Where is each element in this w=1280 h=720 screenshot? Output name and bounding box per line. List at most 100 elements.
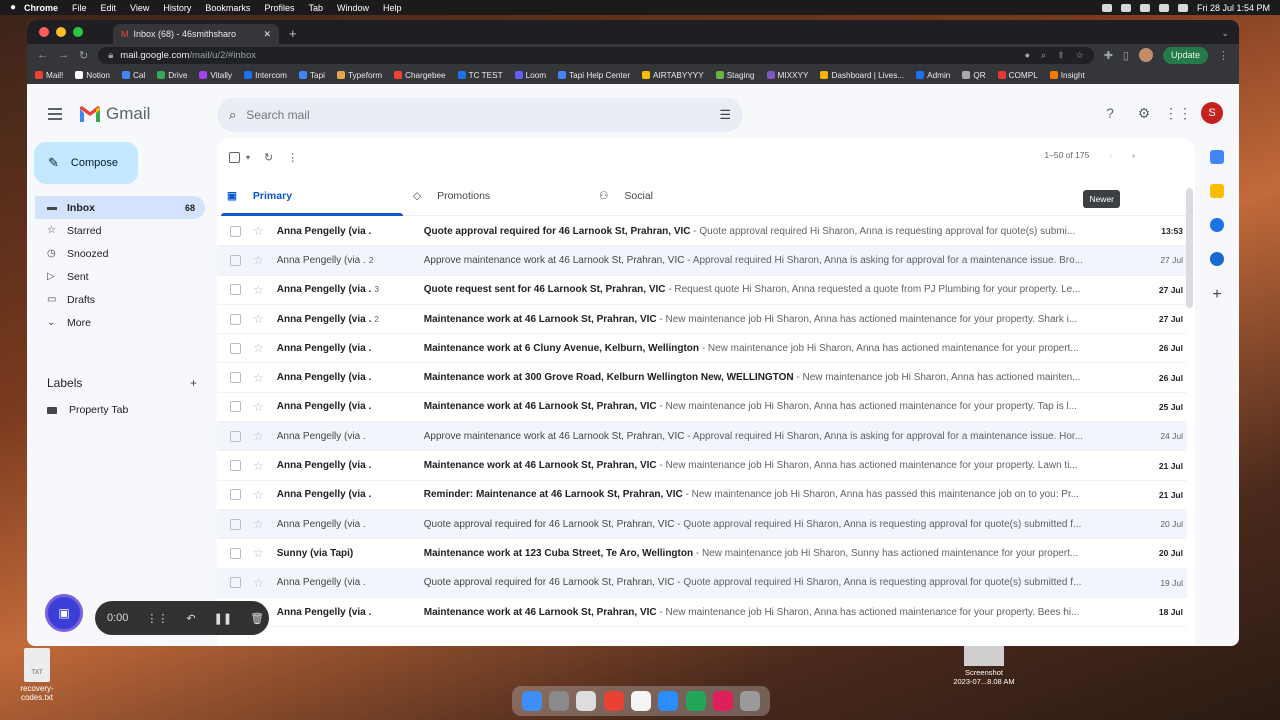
close-window-icon[interactable] bbox=[39, 27, 49, 37]
apple-icon[interactable]: ● bbox=[10, 2, 24, 13]
grid-icon[interactable]: ⋮⋮ bbox=[146, 612, 168, 625]
sidepanel-icon[interactable]: ▯ bbox=[1123, 49, 1129, 62]
bookmark-item[interactable]: QR bbox=[962, 71, 986, 80]
system-settings-icon[interactable] bbox=[576, 691, 597, 711]
email-row[interactable]: ☆ Sunny (via Tapi) Maintenance work at 1… bbox=[217, 539, 1187, 569]
tab-social[interactable]: ⚇ Social bbox=[589, 176, 775, 215]
email-row[interactable]: ☆ Anna Pengelly (via . Approve maintenan… bbox=[217, 422, 1187, 452]
row-checkbox[interactable] bbox=[230, 489, 241, 501]
star-icon[interactable]: ☆ bbox=[253, 400, 264, 414]
row-checkbox[interactable] bbox=[230, 225, 241, 237]
search-input[interactable] bbox=[246, 108, 720, 122]
nav-inbox[interactable]: ▬ Inbox 68 bbox=[35, 196, 205, 219]
email-row[interactable]: ☆ Anna Pengelly (via .2 Maintenance work… bbox=[217, 304, 1187, 335]
refresh-icon[interactable]: ↻ bbox=[264, 151, 273, 164]
row-checkbox[interactable] bbox=[230, 460, 241, 472]
back-icon[interactable]: ← bbox=[37, 49, 48, 61]
nav-snoozed[interactable]: ◷ Snoozed bbox=[35, 242, 205, 265]
maximize-window-icon[interactable] bbox=[73, 27, 83, 37]
nav-more[interactable]: ⌄ More bbox=[35, 311, 205, 334]
bookmark-item[interactable]: Loom bbox=[514, 71, 546, 80]
bookmark-item[interactable]: Tapi bbox=[298, 71, 325, 80]
menu-edit[interactable]: Edit bbox=[101, 3, 117, 13]
bookmark-item[interactable]: Chargebee bbox=[394, 71, 446, 80]
menu-help[interactable]: Help bbox=[383, 3, 402, 13]
trash-dock-icon[interactable] bbox=[740, 691, 761, 711]
wifi-icon[interactable] bbox=[1177, 3, 1188, 12]
row-checkbox[interactable] bbox=[230, 577, 241, 589]
tab-promotions[interactable]: ◇ Promotions bbox=[403, 176, 589, 215]
keep-icon[interactable] bbox=[1210, 184, 1224, 198]
compose-button[interactable]: ✎ Compose bbox=[34, 142, 138, 184]
email-row[interactable]: ☆ Anna Pengelly (via .2 Approve maintena… bbox=[217, 246, 1187, 276]
bookmark-item[interactable]: Cal bbox=[121, 71, 145, 80]
search-icon[interactable]: ⌕ bbox=[229, 107, 236, 123]
nav-starred[interactable]: ☆ Starred bbox=[35, 219, 205, 242]
star-icon[interactable]: ☆ bbox=[253, 459, 264, 473]
launchpad-icon[interactable] bbox=[548, 691, 569, 711]
calendar-icon[interactable] bbox=[1210, 150, 1224, 164]
menu-tab[interactable]: Tab bbox=[308, 3, 323, 13]
bookmark-item[interactable]: TC TEST bbox=[457, 71, 503, 80]
bookmark-item[interactable]: Insight bbox=[1049, 71, 1085, 80]
menu-bookmarks[interactable]: Bookmarks bbox=[205, 3, 250, 13]
contacts-icon[interactable] bbox=[1210, 252, 1224, 266]
menu-app-name[interactable]: Chrome bbox=[24, 3, 58, 13]
star-icon[interactable]: ☆ bbox=[253, 253, 264, 267]
menubar-clock[interactable]: Fri 28 Jul 1:54 PM bbox=[1197, 3, 1270, 13]
email-row[interactable]: ☆ Anna Pengelly (via . Maintenance work … bbox=[217, 392, 1187, 423]
add-addon-icon[interactable]: + bbox=[1212, 286, 1221, 304]
minimize-window-icon[interactable] bbox=[56, 27, 66, 37]
bookmark-item[interactable]: Staging bbox=[715, 71, 755, 80]
email-row[interactable]: ☆ Anna Pengelly (via . Maintenance work … bbox=[217, 597, 1187, 628]
help-icon[interactable]: ? bbox=[1099, 102, 1121, 124]
forward-icon[interactable]: → bbox=[58, 49, 69, 61]
chrome-profile-avatar[interactable] bbox=[1138, 48, 1153, 62]
row-checkbox[interactable] bbox=[230, 518, 241, 530]
bookmark-item[interactable]: Admin bbox=[916, 71, 950, 80]
more-options-icon[interactable]: ⋮ bbox=[287, 151, 298, 164]
battery-icon[interactable] bbox=[1158, 3, 1169, 12]
reload-icon[interactable]: ↻ bbox=[79, 49, 88, 62]
email-row[interactable]: ☆ Anna Pengelly (via . Quote approval re… bbox=[217, 568, 1187, 598]
search-options-icon[interactable]: ☰ bbox=[719, 107, 731, 123]
row-checkbox[interactable] bbox=[230, 547, 241, 559]
select-all-checkbox[interactable] bbox=[229, 151, 240, 163]
undo-icon[interactable]: ↶ bbox=[186, 612, 195, 625]
scrollbar[interactable] bbox=[1186, 188, 1193, 308]
row-checkbox[interactable] bbox=[230, 372, 241, 384]
menu-view[interactable]: View bbox=[130, 3, 149, 13]
status-icon[interactable] bbox=[1120, 3, 1131, 12]
star-icon[interactable]: ☆ bbox=[253, 283, 264, 297]
desktop-screenshot[interactable]: Screenshot 2023-07...8.08 AM bbox=[944, 646, 1024, 686]
bookmark-star-icon[interactable]: ☆ bbox=[1076, 50, 1084, 61]
bookmark-item[interactable]: COMPL bbox=[997, 71, 1038, 80]
gmail-logo[interactable]: Gmail bbox=[79, 104, 150, 124]
zoom-icon[interactable]: ⌕ bbox=[1041, 50, 1046, 61]
notes-icon[interactable] bbox=[630, 691, 651, 711]
star-icon[interactable]: ☆ bbox=[253, 312, 264, 326]
nav-sent[interactable]: ▷ Sent bbox=[35, 265, 205, 288]
chrome-icon[interactable] bbox=[603, 691, 624, 711]
tasks-icon[interactable] bbox=[1210, 218, 1224, 232]
trash-icon[interactable]: 🗑︎ bbox=[250, 612, 264, 625]
menu-window[interactable]: Window bbox=[337, 3, 369, 13]
bookmark-item[interactable]: Notion bbox=[75, 71, 110, 80]
row-checkbox[interactable] bbox=[230, 284, 241, 296]
chrome-menu-icon[interactable]: ⋮ bbox=[1218, 49, 1229, 62]
email-row[interactable]: ☆ Anna Pengelly (via .3 Quote request se… bbox=[217, 275, 1187, 305]
tab-search-icon[interactable]: ⌄ bbox=[1221, 28, 1229, 44]
bookmark-item[interactable]: Typeform bbox=[336, 71, 382, 80]
bookmark-item[interactable]: MIXXYY bbox=[766, 71, 808, 80]
bookmark-item[interactable]: Dashboard | Lives... bbox=[820, 71, 904, 80]
pause-icon[interactable]: ❚❚ bbox=[214, 612, 232, 625]
email-row[interactable]: ☆ Anna Pengelly (via . Maintenance work … bbox=[217, 451, 1187, 481]
bookmark-item[interactable]: Drive bbox=[157, 71, 187, 80]
update-button[interactable]: Update bbox=[1162, 46, 1208, 64]
account-avatar[interactable]: S bbox=[1201, 102, 1223, 124]
app-icon[interactable] bbox=[685, 691, 706, 711]
email-row[interactable]: ☆ Anna Pengelly (via . Quote approval re… bbox=[217, 509, 1187, 540]
menu-history[interactable]: History bbox=[163, 3, 191, 13]
bookmark-item[interactable]: AIRTABYYYY bbox=[642, 71, 704, 80]
row-checkbox[interactable] bbox=[230, 313, 241, 325]
